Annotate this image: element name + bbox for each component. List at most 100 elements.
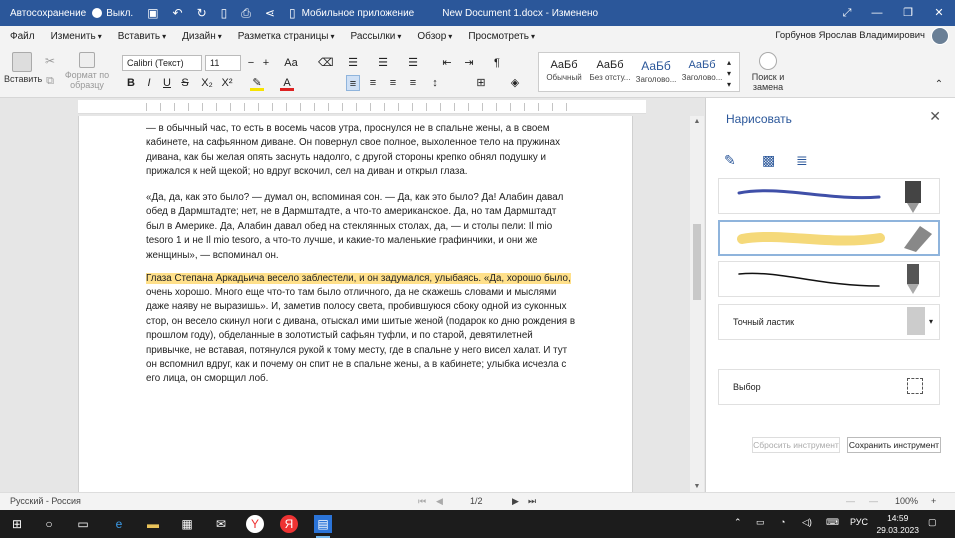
align-right-icon[interactable]: ≡ [386, 75, 400, 91]
shading-icon[interactable]: ◈ [508, 75, 522, 91]
minimize-button[interactable]: — [862, 0, 892, 26]
menu-mailings[interactable]: Рассылки ▾ [351, 31, 402, 42]
avatar[interactable] [931, 27, 949, 45]
zoom-in-icon[interactable]: + [931, 496, 936, 506]
format-painter-button[interactable]: Формат по образцу [62, 52, 112, 90]
font-size-select[interactable]: 11 [205, 55, 241, 71]
pen-3[interactable] [718, 261, 940, 297]
zoom-fit-icon[interactable]: — [869, 496, 878, 506]
tray-chevron-icon[interactable]: ⌃ [734, 517, 742, 528]
highlighted-text[interactable]: Глаза Степана Аркадьича весело заблестел… [146, 273, 571, 284]
paragraph-2[interactable]: «Да, да, как это было? — думал он, вспом… [146, 191, 576, 263]
undo-icon[interactable]: ↶ [173, 6, 183, 20]
styles-scroll-icon[interactable]: ▴ ▾ ▾ [727, 57, 731, 90]
pen-1[interactable] [718, 178, 940, 214]
style-normal[interactable]: АаБб Обычный [541, 53, 587, 82]
lines-icon[interactable]: ≣ [796, 152, 808, 170]
selection-tool[interactable]: Выбор [718, 369, 940, 405]
prev-page-icon[interactable]: ◀ [436, 496, 443, 507]
vertical-scrollbar[interactable]: ▲ ▼ [690, 116, 704, 492]
autosave-toggle[interactable] [92, 8, 103, 18]
print-icon[interactable]: ⎙ [241, 6, 251, 21]
volume-icon[interactable]: ◁) [802, 517, 812, 528]
user-name[interactable]: Горбунов Ярослав Владимирович [775, 30, 925, 41]
horizontal-ruler[interactable] [78, 100, 646, 114]
save-tool-button[interactable]: Сохранить инструмент [847, 437, 941, 453]
menu-edit[interactable]: Изменить ▾ [51, 31, 102, 42]
copy-icon[interactable]: ⧉ [42, 76, 58, 87]
edge-browser-icon[interactable]: e [110, 515, 128, 533]
word-app-icon[interactable]: ▤ [314, 515, 332, 538]
paragraph-mark-icon[interactable]: ¶ [490, 55, 504, 71]
yandex-icon[interactable]: Я [280, 515, 298, 533]
italic-button[interactable]: I [142, 75, 156, 91]
yandex-browser-icon[interactable]: Y [246, 515, 264, 533]
strikethrough-button[interactable]: S [178, 75, 192, 91]
paragraph-3[interactable]: Глаза Степана Аркадьича весело заблестел… [146, 272, 576, 286]
style-no-spacing[interactable]: АаБб Без отсту... [587, 53, 633, 82]
new-document-icon[interactable]: ▯ [221, 6, 228, 20]
clear-formatting-icon[interactable]: ⌫ [318, 55, 334, 71]
bullets-icon[interactable]: ☰ [346, 55, 360, 71]
first-page-icon[interactable]: ⏮ [418, 496, 426, 507]
redo-icon[interactable]: ↻ [197, 6, 207, 20]
subscript-button[interactable]: X₂ [198, 75, 216, 91]
chevron-down-icon[interactable]: ▾ [929, 317, 933, 326]
mobile-app-label[interactable]: Мобильное приложение [302, 8, 415, 19]
battery-icon[interactable]: ▭ [756, 517, 765, 528]
eraser-tool[interactable]: Точный ластик ▾ [718, 304, 940, 340]
clock[interactable]: 14:59 29.03.2023 [876, 512, 919, 536]
search-icon[interactable]: ○ [40, 515, 58, 533]
highlight-color-icon[interactable]: ✎ [250, 75, 264, 91]
line-spacing-icon[interactable]: ↕ [428, 75, 442, 91]
last-page-icon[interactable]: ⏭ [528, 496, 536, 507]
scroll-down-icon[interactable]: ▼ [690, 483, 704, 490]
save-icon[interactable]: ▣ [147, 6, 158, 20]
font-size-increase-icon[interactable]: + [259, 55, 273, 71]
network-icon[interactable]: ◔ [780, 517, 785, 527]
menu-layout[interactable]: Разметка страницы ▾ [238, 31, 335, 42]
borders-icon[interactable]: ⊞ [474, 75, 488, 91]
menu-design[interactable]: Дизайн ▾ [182, 31, 222, 42]
file-explorer-icon[interactable]: ▬ [144, 515, 162, 533]
numbering-icon[interactable]: ☰ [376, 55, 390, 71]
font-size-decrease-icon[interactable]: − [244, 55, 258, 71]
menu-insert[interactable]: Вставить ▾ [118, 31, 166, 42]
font-color-icon[interactable]: A [280, 75, 294, 91]
underline-button[interactable]: U [160, 75, 174, 91]
share-icon[interactable]: ⋖ [265, 6, 275, 20]
bold-button[interactable]: B [124, 75, 138, 91]
collapse-ribbon-icon[interactable]: ⌃ [932, 80, 946, 90]
paste-button[interactable]: Вставить [4, 52, 42, 84]
close-button[interactable]: ✕ [924, 0, 954, 26]
pen-2-selected[interactable] [718, 220, 940, 256]
style-heading-2[interactable]: АаБб Заголово... [679, 53, 725, 82]
close-icon[interactable]: ✕ [929, 108, 941, 125]
paragraph-3-continued[interactable]: очень хорошо. Много еще что-то там было … [146, 286, 576, 387]
input-language[interactable]: РУС [850, 517, 868, 527]
styles-gallery[interactable]: АаБб Обычный АаБб Без отсту... АаБб Заго… [538, 52, 740, 92]
task-view-icon[interactable]: ▭ [74, 515, 92, 533]
store-icon[interactable]: ▦ [178, 515, 196, 533]
notifications-icon[interactable]: ▢ [928, 517, 937, 528]
cut-icon[interactable]: ✂ [42, 55, 58, 67]
find-replace-button[interactable]: Поиск и замена [748, 52, 788, 92]
start-icon[interactable]: ⊞ [8, 515, 26, 533]
maximize-button[interactable]: ❐ [893, 0, 923, 26]
align-left-icon[interactable]: ≡ [346, 75, 360, 91]
mail-icon[interactable]: ✉ [212, 515, 230, 533]
change-case-icon[interactable]: Аа [280, 55, 302, 71]
fullscreen-icon[interactable]: ⤢ [832, 0, 862, 26]
reset-tool-button[interactable]: Сбросить инструмент [752, 437, 840, 453]
draw-background-icon[interactable]: ▩ [762, 152, 775, 170]
menu-view[interactable]: Просмотреть ▾ [468, 31, 535, 42]
document-page[interactable]: — в обычный час, то есть в восемь часов … [78, 116, 633, 492]
menu-file[interactable]: Файл [10, 31, 35, 42]
superscript-button[interactable]: X² [218, 75, 236, 91]
mobile-phone-icon[interactable]: ▯ [289, 6, 296, 20]
paragraph-1[interactable]: — в обычный час, то есть в восемь часов … [146, 122, 576, 180]
keyboard-icon[interactable]: ⌨ [826, 517, 839, 528]
scroll-up-icon[interactable]: ▲ [690, 118, 704, 125]
zoom-out-icon[interactable]: — [846, 496, 855, 506]
multilevel-list-icon[interactable]: ☰ [406, 55, 420, 71]
